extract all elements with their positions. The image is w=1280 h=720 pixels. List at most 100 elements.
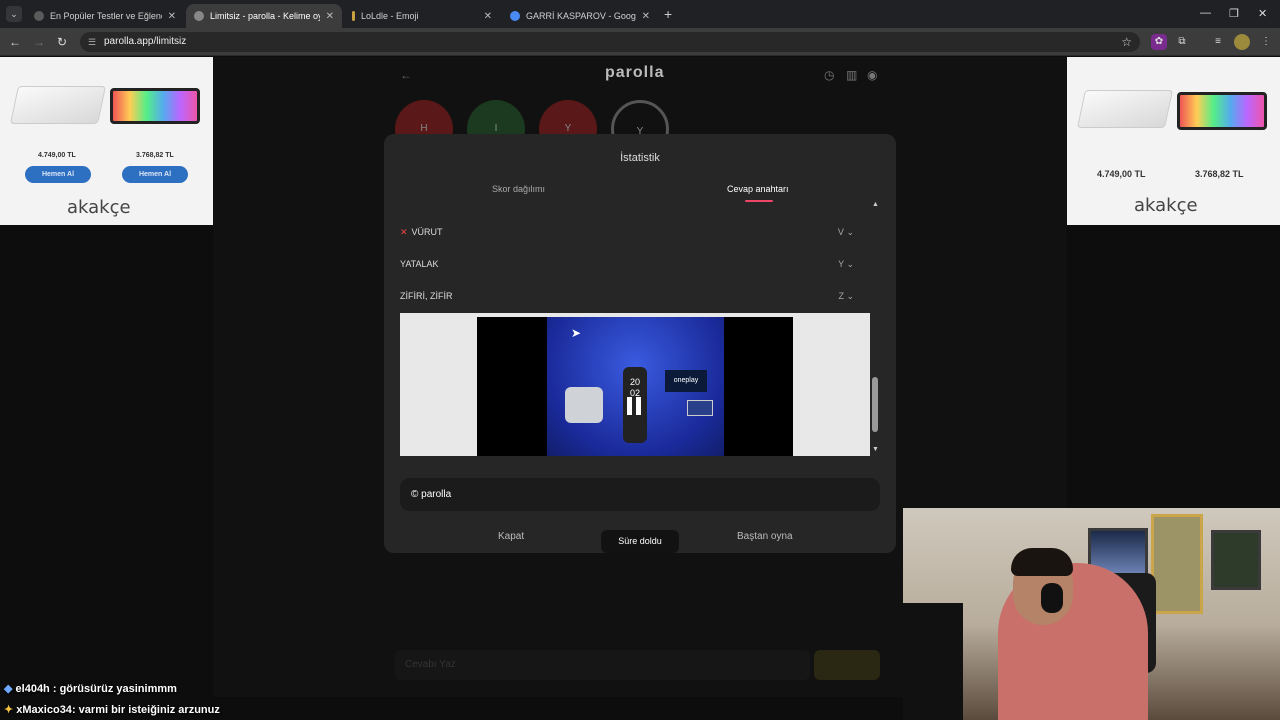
close-icon[interactable]: ✕ <box>642 11 650 22</box>
tab-title: Limitsiz - parolla - Kelime oyun <box>210 11 320 21</box>
close-icon[interactable]: ✕ <box>168 11 176 22</box>
answer-input[interactable]: Cevabı Yaz <box>395 650 810 680</box>
profile-icon[interactable]: ◉ <box>867 68 877 82</box>
scroll-down-icon[interactable]: ▼ <box>872 446 879 453</box>
game-back-icon[interactable]: ← <box>400 68 412 82</box>
tab-answer-key[interactable]: Cevap anahtarı <box>727 184 789 194</box>
tab-title: GARRİ KASPAROV - Google'da <box>526 11 636 21</box>
streamer-hair <box>1011 548 1073 576</box>
chat-badge-icon: ✦ <box>4 704 14 716</box>
answer-letter: V <box>837 227 844 237</box>
credit-bar: © parolla <box>400 478 880 511</box>
answer-word: VÜRUT <box>411 227 443 237</box>
wall-painting <box>1151 514 1203 614</box>
chat-message: ◆ el404h : görüsürüz yasinimmm <box>4 683 177 695</box>
ad-banner-right[interactable]: 4.749,00 TL 3.768,82 TL akakçe <box>1067 57 1280 225</box>
akakce-logo: akakçe <box>67 197 131 218</box>
tab-google[interactable]: GARRİ KASPAROV - Google'da ✕ <box>502 4 658 28</box>
restart-button[interactable]: Baştan oyna <box>737 531 793 542</box>
tablet-image <box>687 400 713 416</box>
scrollbar-thumb[interactable] <box>872 377 878 432</box>
ad-price: 3.768,82 TL <box>136 152 174 159</box>
akakce-logo: akakçe <box>1134 195 1198 216</box>
buy-now-button[interactable]: Hemen Al <box>122 166 188 183</box>
submit-button[interactable] <box>814 650 880 680</box>
close-icon[interactable]: ✕ <box>484 11 492 22</box>
ad-price: 3.768,82 TL <box>1195 169 1244 179</box>
chat-badge-icon: ◆ <box>4 683 13 695</box>
answer-row[interactable]: YATALAK Y ⌄ <box>400 255 860 273</box>
favicon-icon <box>352 11 355 21</box>
bookmark-star-icon[interactable]: ☆ <box>1121 32 1132 52</box>
chat-text: varmi bir isteiğiniz arzunuz <box>78 704 220 716</box>
forward-icon[interactable]: → <box>33 35 45 49</box>
oneplay-logo: oneplay <box>665 370 707 392</box>
site-info-icon[interactable]: ☰ <box>88 32 96 52</box>
menu-dots-icon[interactable]: ⋮ <box>1258 34 1274 50</box>
answer-word: ZİFİRİ, ZİFİR <box>400 291 453 301</box>
video-player[interactable]: 20 02 oneplay <box>477 317 793 456</box>
keyboard-white-image <box>9 86 107 124</box>
window-close-icon[interactable]: ✕ <box>1258 7 1267 20</box>
close-icon[interactable]: ✕ <box>326 11 334 22</box>
keyboard-rgb-image <box>110 88 200 124</box>
keyboard-white-image <box>1076 90 1174 128</box>
favicon-icon <box>510 11 520 21</box>
wall-painting <box>1211 530 1261 590</box>
chat-user: el404h <box>15 683 50 695</box>
favicon-icon <box>194 11 204 21</box>
time-up-toast: Süre doldu <box>601 530 679 553</box>
chevron-down-icon[interactable]: ⌄ <box>846 259 854 269</box>
profile-avatar[interactable] <box>1234 34 1250 50</box>
pause-icon[interactable] <box>627 397 632 415</box>
url-input[interactable]: ☰ parolla.app/limitsiz ☆ <box>80 32 1140 52</box>
ad-price: 4.749,00 TL <box>1097 169 1146 179</box>
minimize-icon[interactable]: — <box>1200 7 1211 19</box>
back-icon[interactable]: ← <box>9 35 21 49</box>
address-bar: ← → ↻ ☰ parolla.app/limitsiz ☆ ✿ ⧉ ≡ ⋮ <box>0 28 1280 56</box>
url-text: parolla.app/limitsiz <box>104 36 187 47</box>
clock-hour: 20 <box>629 377 640 387</box>
answer-word: YATALAK <box>400 259 439 269</box>
tab-en-populer[interactable]: En Popüler Testler ve Eğlenceli ✕ <box>26 4 184 28</box>
reload-icon[interactable]: ↻ <box>57 35 67 49</box>
tab-title: LoLdle - Emoji <box>361 11 419 21</box>
active-tab-indicator <box>745 200 773 202</box>
history-icon[interactable]: ◷ <box>824 68 834 82</box>
ad-price: 4.749,00 TL <box>38 152 76 159</box>
scroll-up-icon[interactable]: ▲ <box>872 201 879 208</box>
chat-text: görüsürüz yasinimmm <box>59 683 177 695</box>
ad-banner-left[interactable]: 4.749,00 TL 3.768,82 TL Hemen Al Hemen A… <box>0 57 213 225</box>
tab-parolla[interactable]: Limitsiz - parolla - Kelime oyun ✕ <box>186 4 342 28</box>
stats-icon[interactable]: ▥ <box>846 68 857 82</box>
ad-video[interactable]: 20 02 oneplay <box>400 313 870 456</box>
tab-strip: ⌄ En Popüler Testler ve Eğlenceli ✕ Limi… <box>0 0 1280 28</box>
answer-letter: Z <box>838 291 844 301</box>
webcam-overlay <box>903 508 1280 720</box>
chat-message: ✦ xMaxico34: varmi bir isteiğiniz arzunu… <box>4 704 220 716</box>
tab-search-icon[interactable]: ⌄ <box>6 6 22 22</box>
router-image <box>565 387 603 423</box>
tab-loldle[interactable]: LoLdle - Emoji ✕ <box>344 4 500 28</box>
answer-row[interactable]: ✕ VÜRUT V ⌄ <box>400 223 860 241</box>
chevron-down-icon[interactable]: ⌄ <box>846 227 854 237</box>
close-button[interactable]: Kapat <box>498 531 524 542</box>
new-tab-button[interactable]: + <box>664 6 672 22</box>
chevron-down-icon[interactable]: ⌄ <box>846 291 854 301</box>
answer-row[interactable]: ZİFİRİ, ZİFİR Z ⌄ <box>400 287 860 305</box>
extensions-puzzle-icon[interactable]: ⧉ <box>1174 34 1190 50</box>
monitor <box>903 603 963 720</box>
tab-score-distribution[interactable]: Skor dağılımı <box>492 184 545 194</box>
buy-now-button[interactable]: Hemen Al <box>25 166 91 183</box>
headset-icon <box>1041 583 1063 613</box>
restore-icon[interactable]: ❐ <box>1229 7 1239 20</box>
pause-icon[interactable] <box>636 397 641 415</box>
extension-icon[interactable]: ✿ <box>1151 34 1167 50</box>
tab-title: En Popüler Testler ve Eğlenceli <box>50 11 162 21</box>
mouse-cursor: ➤ <box>571 326 582 340</box>
favicon-icon <box>34 11 44 21</box>
chat-user: xMaxico34 <box>16 704 72 716</box>
media-control-icon[interactable]: ≡ <box>1210 34 1226 50</box>
answer-letter: Y <box>838 259 844 269</box>
keyboard-rgb-image <box>1177 92 1267 130</box>
